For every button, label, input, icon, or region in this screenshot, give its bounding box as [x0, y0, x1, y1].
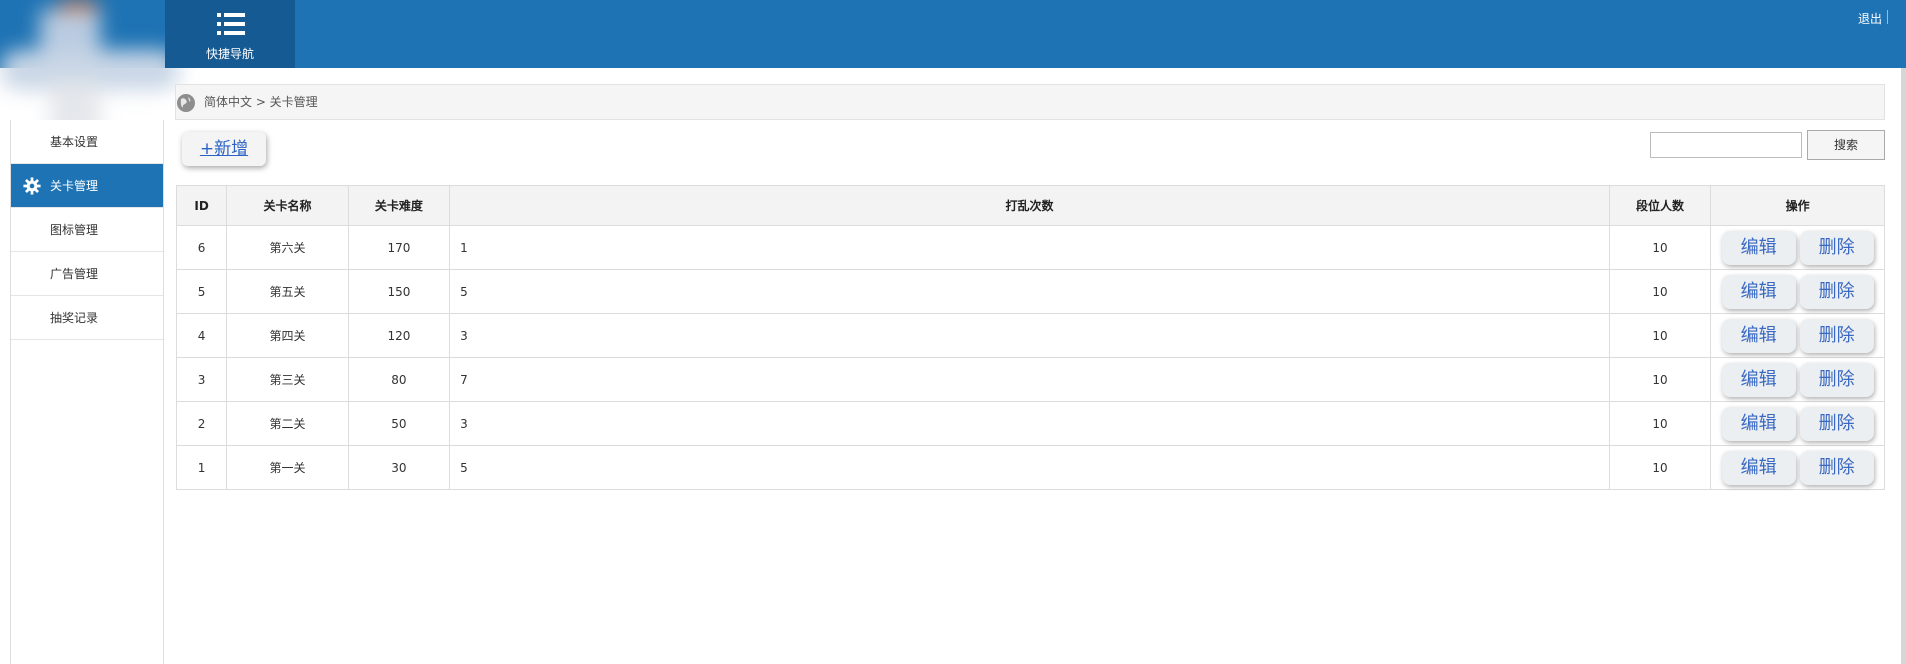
table-row: 1 第一关 30 5 10 编辑 删除	[175, 445, 1885, 490]
globe-icon	[177, 94, 195, 112]
cell-difficulty: 50	[347, 401, 451, 446]
delete-button[interactable]: 删除	[1799, 318, 1874, 353]
edit-button[interactable]: 编辑	[1721, 318, 1796, 353]
delete-button[interactable]: 删除	[1799, 362, 1874, 397]
sidebar: 基本设置 关卡管理 图标管理 广告管理 抽奖记录	[10, 120, 164, 664]
column-header-shuffle: 打乱次数	[449, 185, 1610, 226]
cell-difficulty: 120	[347, 313, 451, 358]
sidebar-item-icon-management[interactable]: 图标管理	[11, 208, 163, 252]
sidebar-item-label: 图标管理	[50, 223, 99, 237]
cell-rank: 10	[1608, 269, 1712, 314]
table-row: 6 第六关 170 1 10 编辑 删除	[175, 225, 1885, 270]
sidebar-item-label: 关卡管理	[50, 179, 99, 193]
column-header-rank: 段位人数	[1608, 185, 1712, 226]
column-header-id: ID	[175, 185, 228, 226]
logo	[0, 0, 190, 140]
cell-actions: 编辑 删除	[1710, 357, 1885, 402]
levels-table: ID 关卡名称 关卡难度 打乱次数 段位人数 操作 6 第六关 170 1 10…	[175, 185, 1885, 490]
sidebar-item-ad-management[interactable]: 广告管理	[11, 252, 163, 296]
delete-button[interactable]: 删除	[1799, 230, 1874, 265]
sidebar-item-basic-settings[interactable]: 基本设置	[11, 120, 163, 164]
breadcrumb-text: 简体中文 > 关卡管理	[204, 95, 318, 109]
right-edge	[1901, 68, 1906, 664]
sidebar-item-lottery-records[interactable]: 抽奖记录	[11, 296, 163, 340]
cell-name: 第五关	[226, 269, 349, 314]
cell-difficulty: 170	[347, 225, 451, 270]
logout-link[interactable]: 退出	[1858, 10, 1882, 27]
cell-actions: 编辑 删除	[1710, 401, 1885, 446]
cell-id: 4	[175, 313, 228, 358]
cell-id: 5	[175, 269, 228, 314]
column-header-actions: 操作	[1710, 185, 1885, 226]
table-body: 6 第六关 170 1 10 编辑 删除 5 第五关 150 5 10 编辑 删除 …	[175, 225, 1885, 490]
cell-shuffle: 3	[449, 401, 1610, 446]
sidebar-item-label: 抽奖记录	[50, 311, 99, 325]
cell-name: 第一关	[226, 445, 349, 490]
cell-shuffle: 5	[449, 269, 1610, 314]
divider	[1887, 10, 1888, 24]
cell-shuffle: 1	[449, 225, 1610, 270]
cell-shuffle: 5	[449, 445, 1610, 490]
edit-button[interactable]: 编辑	[1721, 406, 1796, 441]
gear-icon	[23, 177, 41, 195]
cell-rank: 10	[1608, 445, 1712, 490]
top-header-bar: 快捷导航 退出	[0, 0, 1906, 140]
cell-difficulty: 80	[347, 357, 451, 402]
add-button[interactable]: +新增	[182, 132, 266, 166]
search-button[interactable]: 搜索	[1807, 130, 1885, 160]
table-row: 5 第五关 150 5 10 编辑 删除	[175, 269, 1885, 314]
cell-id: 1	[175, 445, 228, 490]
search-input[interactable]	[1650, 132, 1802, 158]
quick-nav-label: 快捷导航	[205, 47, 254, 61]
sidebar-item-label: 基本设置	[50, 135, 99, 149]
cell-id: 6	[175, 225, 228, 270]
cell-id: 2	[175, 401, 228, 446]
cell-shuffle: 7	[449, 357, 1610, 402]
delete-button[interactable]: 删除	[1799, 406, 1874, 441]
cell-actions: 编辑 删除	[1710, 269, 1885, 314]
breadcrumb: 简体中文 > 关卡管理	[175, 84, 1885, 120]
delete-button[interactable]: 删除	[1799, 450, 1874, 485]
edit-button[interactable]: 编辑	[1721, 362, 1796, 397]
edit-button[interactable]: 编辑	[1721, 450, 1796, 485]
cell-rank: 10	[1608, 401, 1712, 446]
table-row: 4 第四关 120 3 10 编辑 删除	[175, 313, 1885, 358]
cell-name: 第二关	[226, 401, 349, 446]
cell-difficulty: 30	[347, 445, 451, 490]
cell-actions: 编辑 删除	[1710, 313, 1885, 358]
quick-nav-button[interactable]: 快捷导航	[165, 0, 295, 68]
cell-name: 第四关	[226, 313, 349, 358]
cell-difficulty: 150	[347, 269, 451, 314]
sidebar-item-level-management[interactable]: 关卡管理	[11, 164, 163, 208]
edit-button[interactable]: 编辑	[1721, 230, 1796, 265]
table-row: 2 第二关 50 3 10 编辑 删除	[175, 401, 1885, 446]
edit-button[interactable]: 编辑	[1721, 274, 1796, 309]
cell-rank: 10	[1608, 313, 1712, 358]
table-row: 3 第三关 80 7 10 编辑 删除	[175, 357, 1885, 402]
cell-rank: 10	[1608, 357, 1712, 402]
sidebar-item-label: 广告管理	[50, 267, 99, 281]
list-icon	[217, 13, 245, 35]
cell-actions: 编辑 删除	[1710, 445, 1885, 490]
table-header-row: ID 关卡名称 关卡难度 打乱次数 段位人数 操作	[175, 185, 1885, 226]
cell-actions: 编辑 删除	[1710, 225, 1885, 270]
column-header-name: 关卡名称	[226, 185, 349, 226]
cell-name: 第六关	[226, 225, 349, 270]
delete-button[interactable]: 删除	[1799, 274, 1874, 309]
cell-name: 第三关	[226, 357, 349, 402]
cell-id: 3	[175, 357, 228, 402]
column-header-difficulty: 关卡难度	[347, 185, 451, 226]
cell-shuffle: 3	[449, 313, 1610, 358]
cell-rank: 10	[1608, 225, 1712, 270]
